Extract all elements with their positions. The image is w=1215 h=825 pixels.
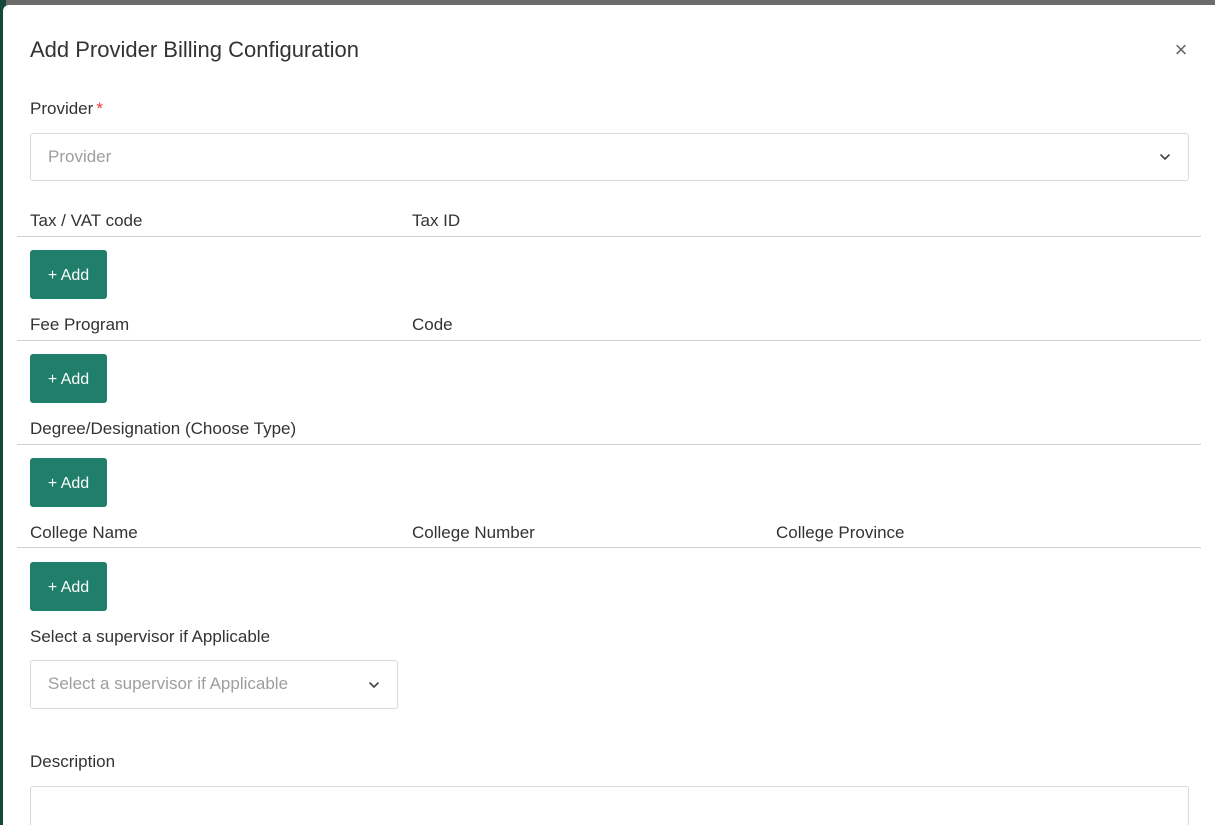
college-number-header: College Number: [412, 523, 535, 542]
add-tax-button[interactable]: + Add: [30, 250, 107, 299]
degree-section-divider: [17, 444, 1201, 445]
chevron-down-icon: [1160, 154, 1170, 160]
tax-section-divider: [17, 236, 1201, 237]
billing-config-modal: Add Provider Billing Configuration × Pro…: [3, 5, 1215, 825]
fee-section-divider: [17, 340, 1201, 341]
provider-select-placeholder: Provider: [48, 147, 112, 166]
required-marker: *: [96, 99, 103, 118]
tax-vat-code-header: Tax / VAT code: [30, 211, 143, 230]
close-button[interactable]: ×: [1169, 36, 1193, 64]
add-college-button[interactable]: + Add: [30, 562, 107, 611]
degree-designation-header: Degree/Designation (Choose Type): [30, 419, 297, 438]
add-degree-button[interactable]: + Add: [30, 458, 107, 507]
college-section-divider: [17, 547, 1201, 548]
description-label: Description: [30, 752, 116, 771]
modal-title: Add Provider Billing Configuration: [30, 37, 359, 62]
close-icon: ×: [1174, 37, 1188, 62]
supervisor-select-placeholder: Select a supervisor if Applicable: [48, 674, 289, 693]
fee-program-header: Fee Program: [30, 315, 130, 334]
supervisor-label: Select a supervisor if Applicable: [30, 627, 271, 646]
provider-label-text: Provider: [30, 99, 94, 118]
chevron-down-icon: [369, 682, 379, 688]
supervisor-select[interactable]: Select a supervisor if Applicable: [30, 660, 398, 709]
add-fee-program-button[interactable]: + Add: [30, 354, 107, 403]
college-name-header: College Name: [30, 523, 138, 542]
provider-select[interactable]: Provider: [30, 133, 1189, 181]
provider-label: Provider *: [30, 99, 103, 119]
tax-id-header: Tax ID: [412, 211, 461, 230]
description-textarea[interactable]: [30, 786, 1189, 825]
college-province-header: College Province: [776, 523, 905, 542]
fee-code-header: Code: [412, 315, 453, 334]
